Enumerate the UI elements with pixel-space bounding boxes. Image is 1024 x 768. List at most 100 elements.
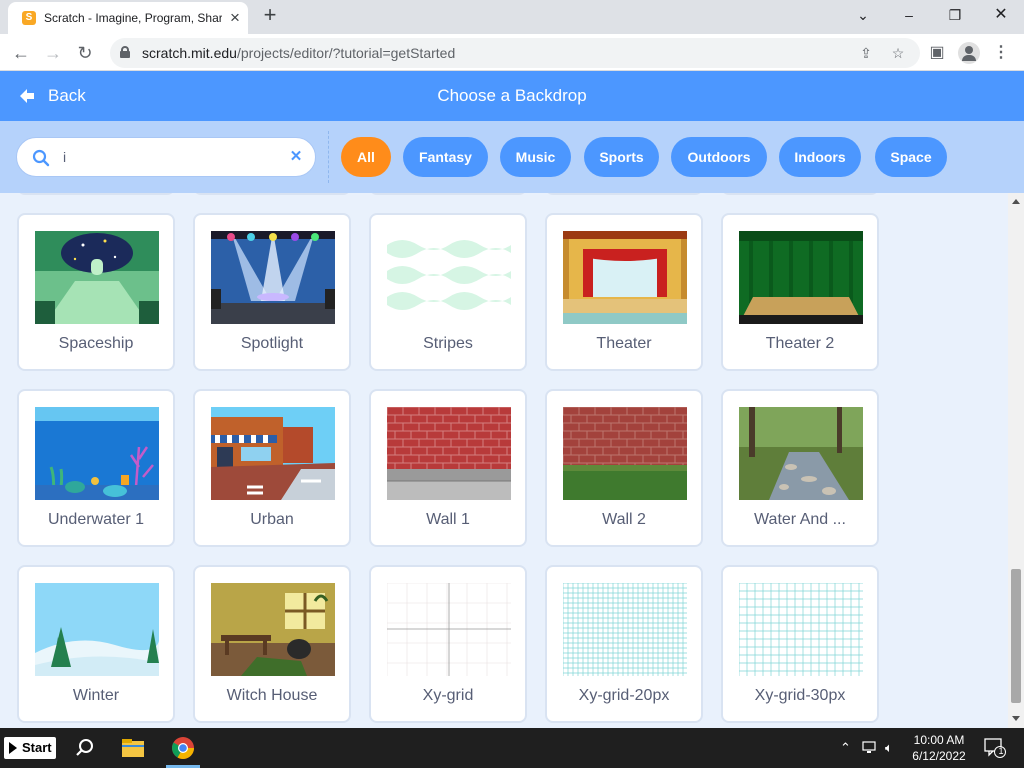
tray-chevron-icon[interactable]: ⌃ [840,740,851,756]
backdrop-thumbnail [35,407,159,500]
browser-tab-strip: S Scratch - Imagine, Program, Shar × + ⌄… [0,0,1024,34]
filter-sports-button[interactable]: Sports [584,137,659,177]
backdrop-card-partial[interactable] [193,193,351,195]
scroll-down-icon[interactable] [1012,716,1020,721]
backdrop-label: Theater [596,335,652,352]
volume-icon[interactable]: 🔈︎ [885,740,893,756]
search-box[interactable]: ✕ [16,137,316,177]
url-text: scratch.mit.edu/projects/editor/?tutoria… [142,45,456,61]
filter-outdoors-button[interactable]: Outdoors [671,137,767,177]
file-explorer-icon[interactable] [118,733,148,763]
minimize-icon[interactable]: – [895,4,923,26]
close-window-icon[interactable]: ✕ [987,4,1015,26]
backdrop-thumbnail [387,407,511,500]
backdrop-label: Stripes [423,335,473,352]
filter-fantasy-button[interactable]: Fantasy [403,137,488,177]
bookmark-star-icon[interactable]: ☆ [888,43,908,63]
backdrop-label: Spaceship [58,335,134,352]
backdrop-thumbnail [563,231,687,324]
backdrop-label: Water And ... [754,511,846,528]
backdrop-card[interactable]: Xy-grid [369,565,527,723]
system-clock[interactable]: 10:00 AM 6/12/2022 [904,732,974,764]
chrome-icon[interactable] [168,733,198,763]
wall1-thumbnail [387,407,511,500]
backdrop-card[interactable]: Winter [17,565,175,723]
backdrop-card[interactable]: Spaceship [17,213,175,371]
backdrop-card[interactable]: Theater 2 [721,213,879,371]
network-icon[interactable] [862,741,878,755]
start-button[interactable]: Start [4,737,56,759]
scrollbar-thumb[interactable] [1011,569,1021,703]
backdrop-card[interactable]: Xy-grid-20px [545,565,703,723]
start-label: Start [22,740,52,755]
address-bar[interactable]: scratch.mit.edu/projects/editor/?tutoria… [110,38,920,68]
backdrop-thumbnail [211,407,335,500]
search-input[interactable] [63,146,283,168]
backdrop-card[interactable]: Xy-grid-30px [721,565,879,723]
restore-icon[interactable]: ❐ [941,4,969,26]
backdrop-card[interactable]: Theater [545,213,703,371]
backdrop-card[interactable]: Wall 1 [369,389,527,547]
backdrop-label: Xy-grid-20px [578,687,670,704]
back-nav-icon[interactable]: ← [8,40,34,66]
backdrop-label: Theater 2 [765,335,835,352]
side-panel-icon[interactable]: ▣ [926,42,948,64]
filter-space-button[interactable]: Space [875,137,947,177]
backdrop-card-partial[interactable] [369,193,527,195]
filter-bar: ✕ All Fantasy Music Sports Outdoors Indoors Sp… [0,121,1024,193]
share-icon[interactable]: ⇪ [856,43,876,63]
backdrop-thumbnail [739,583,863,676]
browser-tab[interactable]: S Scratch - Imagine, Program, Shar × [8,2,248,34]
backdrop-card[interactable]: Urban [193,389,351,547]
backdrop-label: Witch House [226,687,318,704]
backdrop-label: Winter [72,687,120,704]
filter-all-button[interactable]: All [341,137,391,177]
backdrop-card[interactable]: Stripes [369,213,527,371]
tab-close-icon[interactable]: × [226,9,244,27]
backdrop-card[interactable]: Underwater 1 [17,389,175,547]
scroll-up-icon[interactable] [1012,199,1020,204]
underwater-thumbnail [35,407,159,500]
forward-nav-icon[interactable]: → [40,40,66,66]
tab-title: Scratch - Imagine, Program, Shar [44,11,222,25]
start-triangle-icon [9,742,17,754]
backdrop-label: Wall 1 [426,511,470,528]
backdrop-thumbnail [739,231,863,324]
backdrop-card[interactable]: Witch House [193,565,351,723]
backdrop-gallery: Spaceship Spotlight Stripes Theater Theater … [0,193,1008,728]
tab-search-chevron-icon[interactable]: ⌄ [849,4,877,26]
wall2-thumbnail [563,407,687,500]
gallery-scrollbar[interactable] [1008,193,1024,728]
filter-music-button[interactable]: Music [500,137,571,177]
winter-thumbnail [35,583,159,676]
backdrop-label: Urban [250,511,294,528]
backdrop-card-partial[interactable] [17,193,175,195]
profile-avatar-icon[interactable] [958,42,980,64]
filter-divider [328,131,329,183]
urban-thumbnail [211,407,335,500]
backdrop-card[interactable]: Spotlight [193,213,351,371]
os-taskbar: Start ⌃ 🔈︎ 10:00 AM 6/12/2022 1 [0,728,1024,768]
grid20-thumbnail [563,583,687,676]
backdrop-thumbnail [211,231,335,324]
backdrop-card[interactable]: Wall 2 [545,389,703,547]
filter-indoors-button[interactable]: Indoors [779,137,861,177]
more-menu-icon[interactable]: ⋮ [990,42,1012,64]
backdrop-card[interactable]: Water And ... [721,389,879,547]
backdrop-thumbnail [739,407,863,500]
page-title: Choose a Backdrop [437,86,587,105]
backdrop-card-partial[interactable] [545,193,703,195]
backdrop-thumbnail [35,231,159,324]
backdrop-card-partial[interactable] [721,193,879,195]
backdrop-label: Xy-grid-30px [754,687,846,704]
water-thumbnail [739,407,863,500]
new-tab-icon[interactable]: + [258,4,282,28]
search-taskbar-icon[interactable] [70,733,100,763]
backdrop-label: Underwater 1 [47,511,145,528]
clock-date: 6/12/2022 [912,749,966,763]
reload-icon[interactable]: ↻ [72,40,98,66]
spotlight-thumbnail [211,231,335,324]
clear-search-icon[interactable]: ✕ [287,148,305,166]
browser-toolbar: ← → ↻ scratch.mit.edu/projects/editor/?t… [0,34,1024,71]
library-header: Back Choose a Backdrop [0,71,1024,121]
